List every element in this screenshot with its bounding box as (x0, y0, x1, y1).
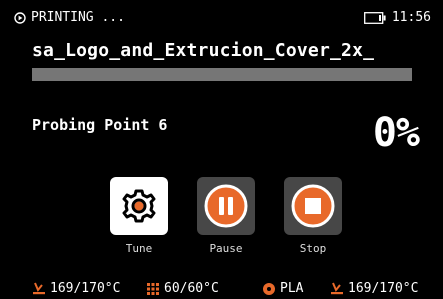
bed-temp: 60/60°C (146, 281, 219, 296)
pause-button-box[interactable] (197, 177, 255, 235)
tune-button[interactable]: Tune (109, 177, 169, 255)
stop-icon (291, 184, 335, 228)
spool-icon (263, 282, 275, 295)
print-state-label: PRINTING ... (31, 10, 125, 25)
status-right: 11:56 (363, 10, 431, 25)
tune-button-box[interactable] (110, 177, 168, 235)
temperature-bar: 169/170°C 60/60°C PLA 169/170°C (0, 281, 443, 299)
filament-type-value: PLA (280, 281, 304, 296)
filament-type: PLA (262, 281, 303, 296)
clock: 11:56 (391, 10, 431, 25)
nozzle1-temp: 169/170°C (32, 281, 120, 296)
gear-icon (122, 189, 156, 223)
nozzle2-temp-value: 169/170°C (348, 281, 419, 296)
heated-bed-icon (147, 282, 159, 295)
nozzle-icon (33, 282, 45, 294)
play-circle-icon (14, 11, 26, 24)
progress-bar (32, 68, 412, 81)
nozzle-icon (331, 282, 343, 294)
stop-button[interactable]: Stop (283, 177, 343, 255)
status-bar: PRINTING ... 11:56 (14, 10, 431, 30)
bed-temp-value: 60/60°C (164, 281, 219, 296)
nozzle1-temp-value: 169/170°C (50, 281, 121, 296)
stop-label: Stop (299, 242, 327, 255)
nozzle2-temp: 169/170°C (330, 281, 418, 296)
battery-icon (363, 11, 386, 24)
stop-button-box[interactable] (284, 177, 342, 235)
pause-button[interactable]: Pause (196, 177, 256, 255)
pause-icon (204, 184, 248, 228)
pause-label: Pause (209, 242, 243, 255)
print-status: PRINTING ... (14, 10, 125, 25)
stage-text: Probing Point 6 (32, 116, 168, 134)
job-filename: sa_Logo_and_Extrucion_Cover_2x_ (32, 40, 375, 61)
tune-label: Tune (125, 242, 153, 255)
progress-percent: 0% (372, 110, 420, 156)
